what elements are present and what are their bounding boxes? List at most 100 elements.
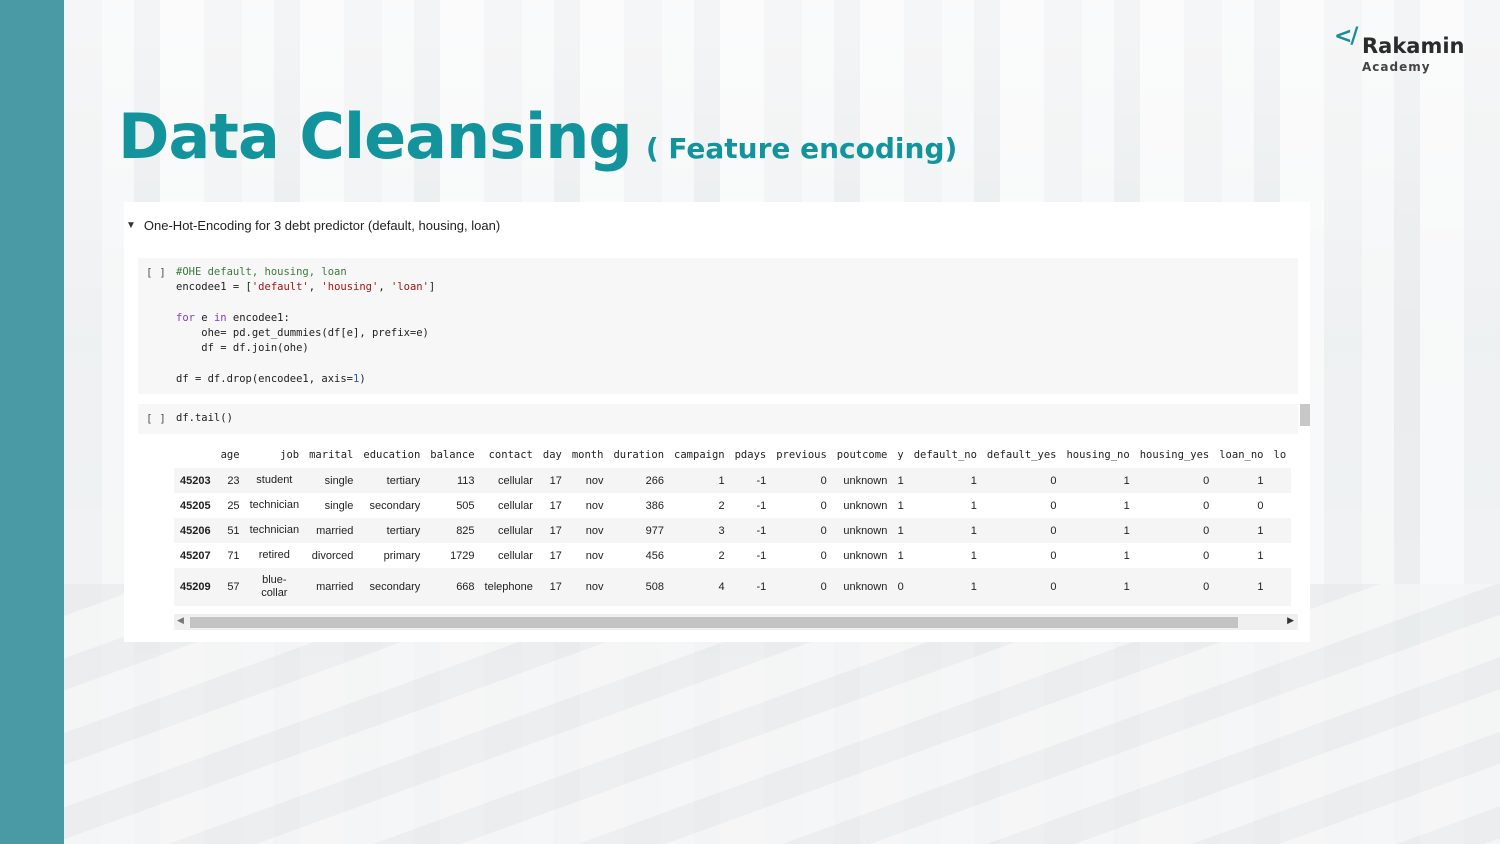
table-cell: 25: [227, 499, 240, 512]
table-row: 45203 23 student single tertiary 113 cellular 1…: [174, 468, 1292, 493]
run-cell-button[interactable]: [ ]: [146, 412, 166, 425]
table-cell: primary: [383, 549, 421, 562]
table-cell: 2: [718, 499, 725, 512]
table-cell: 1: [970, 474, 977, 487]
table-cell: 1: [1257, 549, 1264, 562]
table-cell: unknown: [843, 524, 888, 537]
title-main: Data Cleansing: [118, 100, 633, 173]
logo-mark-icon: </: [1334, 24, 1359, 49]
column-header: month: [571, 449, 604, 461]
caret-down-icon[interactable]: ▼: [126, 220, 136, 231]
table-cell: [1269, 493, 1292, 518]
table-cell: [1269, 518, 1292, 543]
table-cell: 386: [645, 499, 665, 512]
column-header: contact: [488, 449, 533, 461]
table-cell: unknown: [843, 474, 888, 487]
column-header: age: [220, 449, 240, 461]
horizontal-scrollbar[interactable]: ◀ ▶: [174, 614, 1298, 630]
table-cell: 71: [227, 549, 240, 562]
table-cell: -1: [756, 524, 767, 537]
table-cell: 0: [1050, 474, 1057, 487]
column-header: housing_yes: [1139, 449, 1210, 461]
table-cell: 1: [1257, 581, 1264, 593]
table-row: 45206 51 technician married tertiary 825 cellu…: [174, 518, 1292, 543]
table-cell: 51: [227, 524, 240, 537]
vertical-scrollbar[interactable]: [1300, 404, 1310, 426]
table-cell: secondary: [369, 499, 421, 512]
table-cell: cellular: [498, 474, 533, 487]
column-header: marital: [309, 449, 354, 461]
column-header: day: [542, 449, 562, 461]
column-header: y: [897, 449, 904, 461]
run-cell-button[interactable]: [ ]: [146, 266, 166, 279]
column-header: education: [363, 449, 421, 461]
table-cell: 17: [549, 524, 562, 537]
table-cell: nov: [585, 524, 604, 537]
table-cell: 508: [645, 581, 665, 593]
dataframe-output: age job marital education balance contact day m…: [174, 442, 1298, 628]
table-cell: [1269, 568, 1292, 606]
table-cell: 17: [549, 499, 562, 512]
table-cell: 1: [897, 474, 904, 487]
table-cell: 0: [1203, 581, 1210, 593]
table-cell: -1: [756, 474, 767, 487]
table-cell: 977: [645, 524, 665, 537]
table-cell: 1: [970, 549, 977, 562]
table-cell: nov: [585, 474, 604, 487]
table-cell: 0: [820, 474, 827, 487]
column-header: duration: [613, 449, 665, 461]
table-cell: cellular: [498, 524, 533, 537]
table-row: 45209 57 blue-collar married secondary 668 tel…: [174, 568, 1292, 606]
table-row: 45207 71 retired divorced primary 1729 cellula…: [174, 543, 1291, 568]
code-editor[interactable]: #OHE default, housing, loan encodee1 = […: [176, 265, 435, 387]
table-cell: 4: [718, 581, 725, 593]
table-cell: 0: [897, 581, 904, 593]
dataframe-table: age job marital education balance contact day m…: [174, 442, 1292, 606]
table-cell: single: [324, 499, 354, 512]
table-cell: single: [324, 474, 354, 487]
column-header: default_yes: [986, 449, 1057, 461]
notebook-panel: ▼ One-Hot-Encoding for 3 debt predictor …: [124, 202, 1310, 642]
table-cell: unknown: [843, 581, 888, 593]
column-header: campaign: [674, 449, 725, 461]
table-cell: 505: [456, 499, 475, 512]
table-cell: 0: [1050, 549, 1057, 562]
table-cell: retired: [258, 549, 290, 561]
code-editor[interactable]: df.tail(): [176, 411, 233, 426]
column-header: lo: [1273, 449, 1287, 461]
arrow-left-icon[interactable]: ◀: [177, 615, 184, 626]
table-cell: 1: [1123, 524, 1130, 537]
table-cell: 825: [456, 524, 475, 537]
row-index: 45206: [180, 524, 211, 537]
table-cell: nov: [585, 549, 604, 562]
table-cell: married: [316, 524, 354, 537]
logo-name: Rakamin: [1362, 34, 1465, 58]
column-header: job: [280, 449, 300, 461]
table-cell: 1: [897, 549, 904, 562]
table-cell: 0: [1203, 474, 1210, 487]
code-cell-ohe[interactable]: [ ] #OHE default, housing, loan encodee1…: [138, 258, 1298, 394]
title-subtitle: ( Feature encoding): [645, 132, 958, 165]
column-header: previous: [776, 449, 827, 461]
section-header[interactable]: ▼ One-Hot-Encoding for 3 debt predictor …: [126, 218, 500, 233]
table-cell: secondary: [369, 581, 421, 593]
table-cell: -1: [756, 581, 767, 593]
table-cell: 17: [549, 581, 562, 593]
row-index: 45209: [180, 581, 211, 593]
table-cell: 23: [227, 474, 240, 487]
table-cell: 1: [970, 524, 977, 537]
table-cell: 0: [1050, 581, 1057, 593]
arrow-right-icon[interactable]: ▶: [1287, 615, 1294, 626]
code-cell-tail[interactable]: [ ] df.tail(): [138, 404, 1298, 434]
table-cell: 1: [897, 524, 904, 537]
table-cell: 1: [1123, 474, 1130, 487]
scrollbar-thumb[interactable]: [190, 617, 1238, 628]
table-cell: student: [256, 474, 293, 486]
column-header: housing_no: [1066, 449, 1130, 461]
table-cell: 57: [227, 581, 240, 593]
table-cell: 456: [645, 549, 665, 562]
table-cell: 3: [718, 524, 725, 537]
column-header: balance: [430, 449, 475, 461]
table-cell: 2: [718, 549, 725, 562]
table-cell: 1: [1123, 499, 1130, 512]
